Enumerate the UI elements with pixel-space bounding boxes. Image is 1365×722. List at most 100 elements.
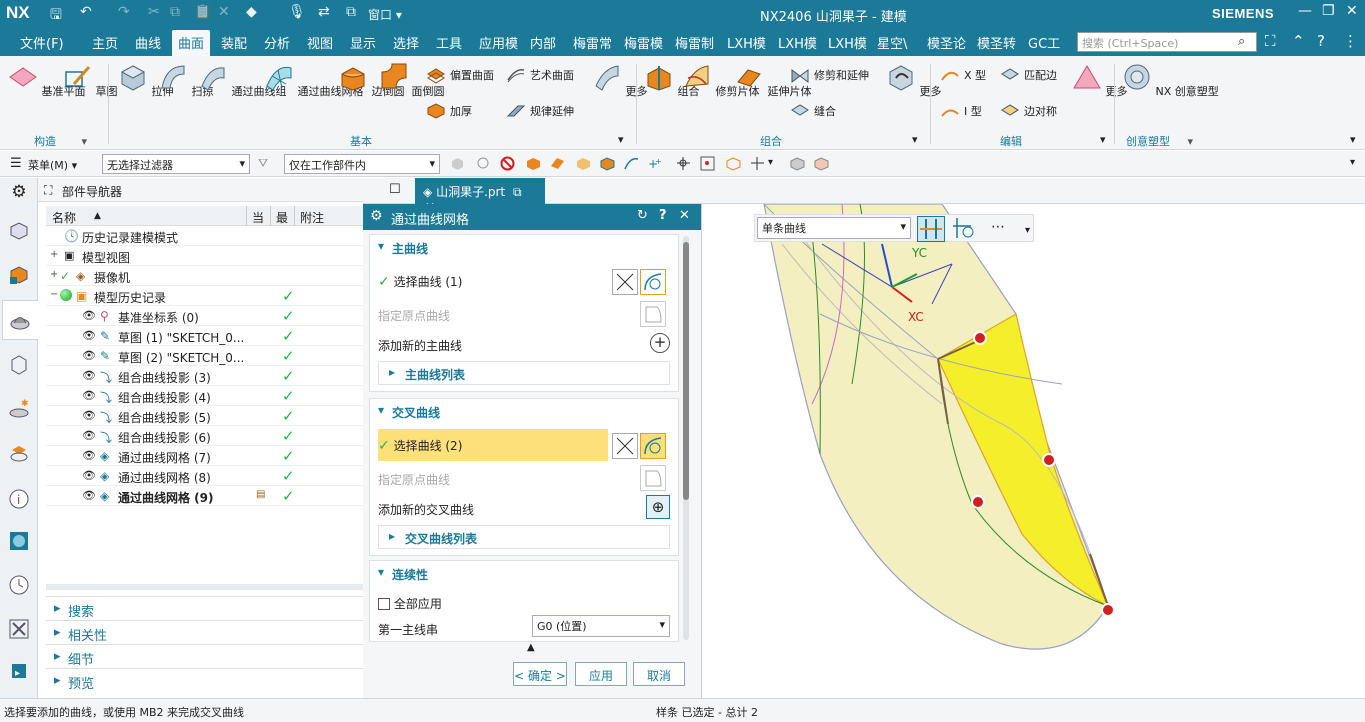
menu-meilei-2[interactable]: 梅雷模	[624, 33, 663, 52]
trim-and-extend-button[interactable]: 修剪和延伸	[790, 66, 869, 84]
snap-intersect-icon[interactable]	[726, 156, 741, 171]
x-form-button[interactable]: X 型	[940, 66, 986, 84]
panel-preview[interactable]: 预览	[46, 668, 363, 692]
menu-button[interactable]: 菜单(M) ▾	[28, 157, 77, 173]
offset-surface-button[interactable]: 偏置曲面	[426, 66, 494, 84]
menu-moshenglun[interactable]: 模圣论	[927, 33, 966, 52]
graphics-window[interactable]: YC XC 单条曲线 ⋯ ▾	[702, 204, 1365, 698]
search-icon[interactable]: ⌕	[1238, 34, 1245, 49]
stop-at-intersection-button[interactable]	[917, 216, 945, 242]
sweep-button[interactable]: 扫掠	[158, 62, 214, 99]
help-icon[interactable]: ?	[659, 208, 667, 223]
column-name[interactable]: 名称	[52, 209, 76, 226]
close-icon[interactable]: ✕	[679, 208, 690, 223]
menu-select[interactable]: 选择	[393, 33, 419, 52]
select-face-icon[interactable]	[450, 156, 465, 171]
menu-application[interactable]: 应用模	[479, 33, 518, 52]
edge-symmetry-button[interactable]: 边对称	[1000, 102, 1057, 120]
add-primary-curve-button[interactable]: +	[650, 333, 670, 353]
visibility-eye-icon[interactable]: 👁	[82, 349, 96, 362]
reverse-direction-button[interactable]	[612, 269, 638, 295]
intent-bar-dropdown-icon[interactable]: ▾	[1025, 225, 1030, 236]
collapse-more-icon[interactable]: ▲	[527, 642, 535, 653]
tree-row-cameras[interactable]: + ✓ ◈ 摄像机	[46, 266, 363, 286]
visibility-eye-icon[interactable]: 👁	[82, 369, 96, 382]
snap-grid-icon[interactable]	[700, 156, 715, 171]
type-filter-select[interactable]: 无选择过滤器	[102, 154, 250, 174]
visibility-eye-icon[interactable]: 👁	[82, 489, 96, 502]
law-extension-button[interactable]: 规律延伸	[506, 102, 574, 120]
i-form-button[interactable]: I 型	[940, 102, 982, 120]
expand-icon[interactable]: +	[50, 249, 58, 260]
menu-home[interactable]: 主页	[92, 33, 118, 52]
primary-origin-curve[interactable]: 指定原点曲线	[378, 307, 450, 324]
visibility-eye-icon[interactable]: 👁	[82, 429, 96, 442]
tree-row-feature[interactable]: 👁 ⤵ 组合曲线投影 (3) ✓	[46, 366, 363, 386]
body-select-icon[interactable]	[790, 156, 805, 171]
tree-row-history-mode[interactable]: 🕓 历史记录建模模式	[46, 226, 363, 246]
part-navigator-tab[interactable]	[2, 300, 38, 340]
menu-icon[interactable]: ☰	[10, 156, 22, 171]
settings-gear-icon[interactable]: ⚙	[8, 182, 30, 204]
visibility-eye-icon[interactable]: 👁	[82, 309, 96, 322]
tab-pin-icon[interactable]: ⧉	[513, 185, 522, 199]
sheet-body-icon[interactable]	[550, 156, 565, 171]
origin-curve-button[interactable]	[640, 301, 666, 327]
snap-options-icon[interactable]	[750, 156, 765, 171]
window-menu[interactable]: 窗口 ▾	[368, 6, 402, 23]
column-notes[interactable]: 附注	[300, 209, 324, 226]
more-edit-button[interactable]: 更多	[1072, 62, 1128, 99]
studio-surface-button[interactable]: 艺术曲面	[506, 66, 574, 84]
menu-meilei-3[interactable]: 梅雷制	[675, 33, 714, 52]
apply-all-option[interactable]: 全部应用	[378, 595, 442, 612]
select-edge-icon[interactable]	[476, 156, 491, 171]
cancel-button[interactable]: 取消	[633, 662, 685, 686]
through-curves-button[interactable]: 通过曲线组	[198, 62, 287, 99]
maximize-icon[interactable]: ☐	[389, 182, 401, 197]
dialog-scrollbar[interactable]	[683, 236, 689, 640]
cross-origin-curve[interactable]: 指定原点曲线	[378, 471, 450, 488]
toolbar-options-icon[interactable]: ▾	[1350, 157, 1355, 168]
check-icon[interactable]: ✓	[60, 269, 70, 283]
curve-select-button[interactable]	[640, 433, 666, 459]
tree-row-model-views[interactable]: + ▣ 模型视图	[46, 246, 363, 266]
menu-view[interactable]: 视图	[307, 33, 333, 52]
assembly-navigator-icon[interactable]	[8, 220, 30, 242]
tree-row-feature[interactable]: 👁 ✎ 草图 (2) "SKETCH_0... ✓	[46, 346, 363, 366]
solid-body-icon[interactable]	[526, 156, 541, 171]
scope-select[interactable]: 仅在工作部件内	[284, 154, 440, 174]
dialog-scrollbar-thumb[interactable]	[683, 242, 689, 500]
tree-row-feature[interactable]: 👁 ⤵ 组合曲线投影 (5) ✓	[46, 406, 363, 426]
edge-blend-button[interactable]: 边倒圆	[338, 62, 405, 99]
ribbon-options-icon[interactable]: ▾	[1350, 133, 1356, 146]
microphone-icon[interactable]: 🎙	[288, 4, 306, 20]
fullscreen-icon[interactable]: ⛶	[1265, 32, 1276, 50]
menu-assembly[interactable]: 装配	[221, 33, 247, 52]
section-continuity-header[interactable]: 连续性	[370, 561, 678, 585]
section-primary-header[interactable]: 主曲线	[370, 235, 678, 259]
clock-icon[interactable]	[8, 574, 30, 596]
undo-icon[interactable]: ↶	[80, 4, 92, 20]
point-icon[interactable]: ++	[648, 156, 663, 171]
section-cross-header[interactable]: 交叉曲线	[370, 399, 678, 423]
visibility-eye-icon[interactable]: 👁	[82, 469, 96, 482]
apply-all-checkbox[interactable]	[378, 598, 390, 610]
expand-icon[interactable]: +	[50, 269, 58, 280]
curve-icon[interactable]	[624, 156, 639, 171]
follow-fillet-button[interactable]	[951, 216, 979, 242]
menu-curve[interactable]: 曲线	[135, 33, 161, 52]
tab-part-file[interactable]: ◈ 山洞果子.prt ⧉ ✕	[415, 178, 545, 214]
tree-row-feature[interactable]: 👁 ⚲ 基准坐标系 (0) ✓	[46, 306, 363, 326]
group-combine-dropdown-icon[interactable]: ▾	[912, 133, 918, 146]
more-surface-button[interactable]: 更多	[592, 62, 648, 99]
nx-realize-shape-button[interactable]: NX 创意塑型	[1122, 62, 1219, 99]
web-browser-icon[interactable]	[8, 442, 30, 464]
close-icon[interactable]: ✕	[1346, 3, 1358, 19]
touch-mode-icon[interactable]: ◆	[246, 4, 257, 20]
help-icon[interactable]: ?	[1317, 32, 1325, 50]
snap-point-icon[interactable]	[676, 156, 691, 171]
hd3d-tools-icon[interactable]: ✱	[8, 398, 30, 420]
tree-row-model-history[interactable]: − ▣ 模型历史记录 ✓	[46, 286, 363, 306]
sew-button[interactable]: 缝合	[790, 102, 836, 120]
curve-rule-select[interactable]: 单条曲线	[757, 217, 911, 239]
